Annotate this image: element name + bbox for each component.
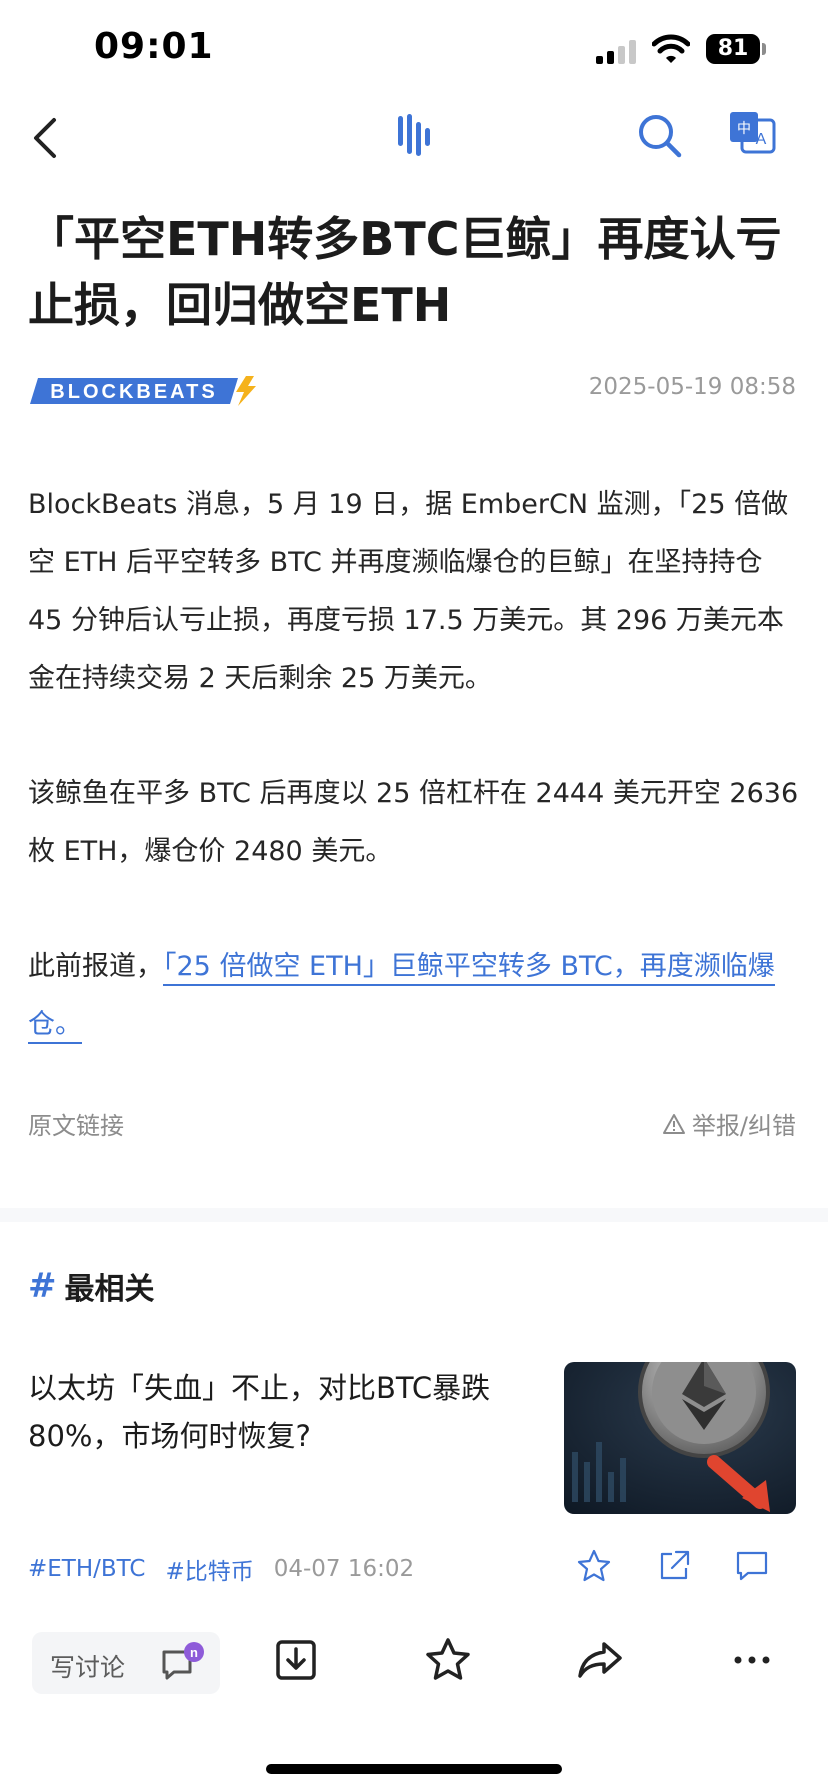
hash-icon: # — [28, 1266, 57, 1306]
comment-icon[interactable] — [734, 1548, 770, 1584]
bottom-toolbar: 写讨论 n — [0, 1626, 828, 1726]
more-icon[interactable] — [728, 1636, 776, 1684]
signal-icon — [596, 40, 638, 64]
svg-text:中: 中 — [737, 121, 751, 137]
nav-bar: A 中 — [0, 100, 828, 180]
publish-date: 2025-05-19 08:58 — [588, 374, 796, 400]
svg-text:BLOCKBEATS: BLOCKBEATS — [50, 381, 217, 403]
original-source-link[interactable]: 原文链接 — [28, 1106, 124, 1141]
write-comment-button[interactable]: 写讨论 n — [32, 1632, 220, 1694]
related-article-meta: #ETH/BTC #比特币 04-07 16:02 — [28, 1552, 414, 1586]
related-article-date: 04-07 16:02 — [273, 1556, 415, 1582]
warning-icon — [662, 1113, 685, 1134]
back-icon[interactable] — [26, 114, 66, 162]
related-heading-label: 最相关 — [64, 1272, 155, 1307]
comment-placeholder: 写讨论 — [50, 1653, 126, 1682]
related-heading: # 最相关 — [28, 1264, 155, 1308]
related-article-title[interactable]: 以太坊「失血」不止，对比BTC暴跌80%，市场何时恢复? — [28, 1364, 538, 1460]
share-out-icon[interactable] — [656, 1548, 692, 1584]
related-article-thumbnail[interactable] — [564, 1362, 796, 1514]
report-button[interactable]: 举报/纠错 — [662, 1106, 796, 1141]
article-title: 「平空ETH转多BTC巨鲸」再度认亏止损，回归做空ETH — [28, 212, 782, 332]
section-divider — [0, 1208, 828, 1222]
battery-icon: 81 — [706, 34, 760, 64]
report-label: 举报/纠错 — [691, 1112, 796, 1140]
favorite-icon[interactable] — [424, 1636, 472, 1684]
blockbeats-logo: BLOCKBEATS — [30, 376, 256, 406]
home-indicator — [266, 1764, 562, 1774]
svg-text:n: n — [190, 1645, 198, 1660]
star-icon[interactable] — [576, 1548, 612, 1584]
search-icon[interactable] — [636, 112, 684, 160]
article-paragraph: BlockBeats 消息，5 月 19 日，据 EmberCN 监测，「25 … — [28, 489, 789, 694]
previous-report-label: 此前报道， — [28, 951, 163, 982]
article-paragraph: 此前报道，「25 倍做空 ETH」巨鲸平空转多 BTC，再度濒临爆仓。 — [28, 938, 800, 1054]
tag-link[interactable]: #比特币 — [165, 1552, 253, 1586]
translate-icon[interactable]: A 中 — [728, 110, 778, 158]
status-bar: 09:01 81 — [0, 0, 828, 100]
status-time: 09:01 — [94, 26, 214, 67]
article-paragraph: 该鲸鱼在平多 BTC 后再度以 25 倍杠杆在 2444 美元开空 2636 枚… — [28, 778, 799, 867]
share-icon[interactable] — [576, 1636, 624, 1684]
battery-tip — [762, 43, 766, 55]
download-icon[interactable] — [272, 1636, 320, 1684]
tag-link[interactable]: #ETH/BTC — [28, 1556, 145, 1582]
wifi-icon — [652, 34, 690, 63]
app-logo-icon — [398, 114, 430, 156]
discussion-icon: n — [162, 1642, 204, 1680]
